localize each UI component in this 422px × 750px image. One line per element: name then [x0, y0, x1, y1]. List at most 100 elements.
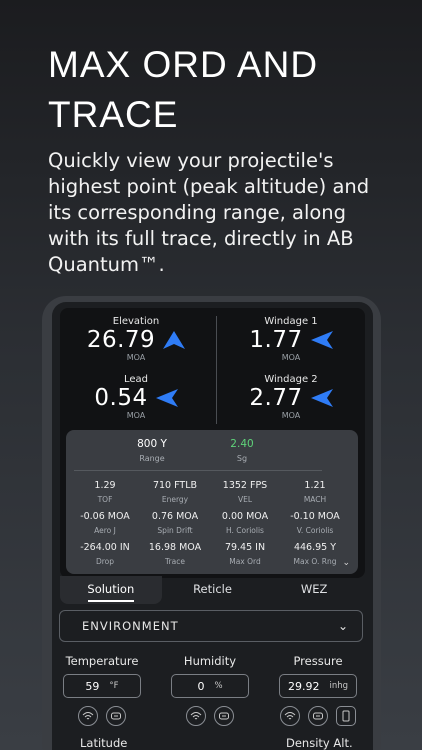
windage2-unit: MOA — [281, 411, 301, 420]
tab-solution[interactable]: Solution — [60, 576, 162, 604]
windage1-unit: MOA — [281, 353, 301, 362]
lead-metric: Lead 0.54 MOA — [66, 374, 206, 420]
temperature-label: Temperature — [65, 654, 139, 668]
windage1-value: 1.77 — [249, 327, 303, 353]
trace-stat: 16.98 MOA Trace — [140, 542, 210, 573]
temperature-param: Temperature 59 °F — [52, 654, 152, 726]
divider — [74, 470, 322, 471]
mach-stat: 1.21 MACH — [280, 480, 350, 511]
pressure-unit: inhg — [329, 681, 349, 691]
pressure-field[interactable]: 29.92 inhg — [279, 674, 357, 698]
chevron-down-icon: ⌄ — [337, 619, 348, 633]
arrow-left-icon — [155, 389, 178, 407]
elevation-unit: MOA — [126, 353, 146, 362]
drop-stat: -264.00 IN Drop — [70, 542, 140, 573]
stat-label: Drop — [95, 557, 115, 566]
pressure-sources — [268, 706, 368, 726]
stat-value: 1.21 — [304, 480, 326, 491]
pressure-param: Pressure 29.92 inhg — [268, 654, 368, 726]
environment-dropdown[interactable]: ENVIRONMENT ⌄ — [59, 610, 363, 642]
device-icon[interactable] — [106, 706, 126, 726]
environment-label: ENVIRONMENT — [82, 619, 179, 633]
h-coriolis-stat: 0.00 MOA H. Coriolis — [210, 511, 280, 542]
details-row: -0.06 MOA Aero J 0.76 MOA Spin Drift 0.00 … — [70, 511, 350, 542]
lead-value: 0.54 — [94, 385, 148, 411]
elevation-metric: Elevation 26.79 MOA — [66, 316, 206, 362]
wifi-icon[interactable] — [280, 706, 300, 726]
spin-drift-stat: 0.76 MOA Spin Drift — [140, 511, 210, 542]
humidity-sources — [160, 706, 260, 726]
stat-label: Trace — [165, 557, 185, 566]
stat-label: Spin Drift — [157, 526, 193, 535]
stat-value: 710 FTLB — [152, 480, 198, 491]
tof-stat: 1.29 TOF — [70, 480, 140, 511]
stat-label: Max O. Rng — [293, 557, 337, 566]
arrow-up-icon — [163, 331, 186, 349]
stat-value: 1352 FPS — [222, 480, 268, 491]
subtext: Quickly view your projectile's highest p… — [48, 149, 370, 276]
pressure-value: 29.92 — [287, 679, 320, 693]
max-ord-stat: 79.45 IN Max Ord — [210, 542, 280, 573]
tab-reticle[interactable]: Reticle — [162, 576, 264, 604]
windage2-value: 2.77 — [249, 385, 303, 411]
arrow-left-icon — [310, 389, 333, 407]
chevron-down-icon[interactable]: ⌄ — [342, 558, 350, 568]
device-icon[interactable] — [308, 706, 328, 726]
details-row: -264.00 IN Drop 16.98 MOA Trace 79.45 IN Ma… — [70, 542, 350, 573]
sg-label: Sg — [236, 454, 248, 463]
temperature-sources — [52, 706, 152, 726]
range-label: Range — [139, 454, 165, 463]
windage2-label: Windage 2 — [264, 374, 318, 385]
arrow-left-icon — [310, 331, 333, 349]
stat-label: Energy — [161, 495, 189, 504]
humidity-unit: % — [214, 681, 223, 691]
vel-stat: 1352 FPS VEL — [210, 480, 280, 511]
windage1-metric: Windage 1 1.77 MOA — [221, 316, 361, 362]
phone-icon[interactable] — [336, 706, 356, 726]
temperature-field[interactable]: 59 °F — [63, 674, 141, 698]
stat-value: 446.95 Y — [293, 542, 337, 553]
max-o-rng-stat: 446.95 Y Max O. Rng — [280, 542, 350, 573]
headline: MAX ORD AND TRACE — [48, 44, 319, 135]
range-stat: 800 Y Range — [122, 438, 182, 463]
tab-bar: Solution Reticle WEZ — [60, 576, 365, 604]
density-alt-label: Density Alt. — [286, 736, 353, 750]
divider — [216, 316, 217, 424]
lead-unit: MOA — [126, 411, 146, 420]
humidity-field[interactable]: 0 % — [171, 674, 249, 698]
stat-value: -0.10 MOA — [290, 511, 340, 522]
details-card[interactable]: 800 Y Range 2.40 Sg 1.29 TOF 710 FTLB Ener… — [66, 430, 358, 574]
windage1-label: Windage 1 — [264, 316, 318, 327]
range-value: 800 Y — [137, 438, 167, 450]
latitude-label: Latitude — [80, 736, 128, 750]
stat-label: VEL — [237, 495, 253, 504]
wifi-icon[interactable] — [186, 706, 206, 726]
stat-label: Max Ord — [229, 557, 261, 566]
wifi-icon[interactable] — [78, 706, 98, 726]
temperature-value: 59 — [85, 679, 100, 693]
stat-label: H. Coriolis — [226, 526, 264, 535]
elevation-value: 26.79 — [86, 327, 156, 353]
windage2-metric: Windage 2 2.77 MOA — [221, 374, 361, 420]
stat-value: 0.00 MOA — [221, 511, 269, 522]
temperature-unit: °F — [109, 681, 119, 691]
details-row: 1.29 TOF 710 FTLB Energy 1352 FPS VEL 1.21 M… — [70, 480, 350, 511]
stat-value: 0.76 MOA — [151, 511, 199, 522]
stat-value: 16.98 MOA — [148, 542, 202, 553]
stat-label: TOF — [97, 495, 113, 504]
elevation-label: Elevation — [112, 316, 160, 327]
stat-value: 79.45 IN — [224, 542, 266, 553]
humidity-label: Humidity — [183, 654, 237, 668]
device-icon[interactable] — [214, 706, 234, 726]
humidity-value: 0 — [197, 679, 205, 693]
energy-stat: 710 FTLB Energy — [140, 480, 210, 511]
stat-label: Aero J — [94, 526, 116, 535]
stat-label: V. Coriolis — [296, 526, 334, 535]
stat-label: MACH — [303, 495, 327, 504]
tab-wez[interactable]: WEZ — [263, 576, 365, 604]
stat-value: 1.29 — [94, 480, 116, 491]
stat-value: -0.06 MOA — [80, 511, 130, 522]
humidity-param: Humidity 0 % — [160, 654, 260, 726]
solution-panel: Elevation 26.79 MOA Windage 1 1.77 MOA L… — [60, 308, 365, 578]
aero-j-stat: -0.06 MOA Aero J — [70, 511, 140, 542]
